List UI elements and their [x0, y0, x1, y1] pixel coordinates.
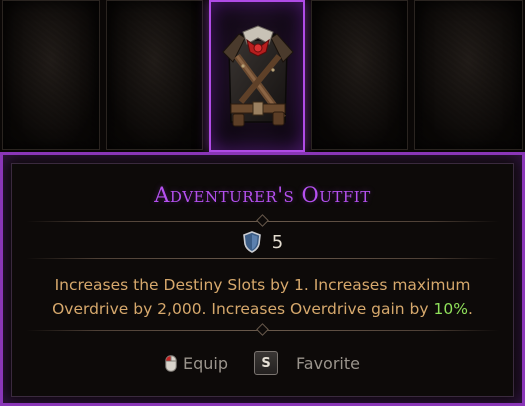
item-description: Increases the Destiny Slots by 1. Increa… [30, 273, 495, 321]
rarity-row: 5 [12, 229, 513, 255]
divider [26, 258, 499, 259]
tooltip-inner-frame: Adventurer's Outfit 5 Increases the Dest… [11, 163, 514, 397]
shield-icon [242, 231, 261, 253]
inventory-slot-empty[interactable] [414, 0, 523, 150]
equip-label: Equip [183, 353, 229, 373]
inventory-slot-empty[interactable] [311, 0, 408, 150]
control-hints: Equip S Favorite [12, 348, 513, 378]
item-title: Adventurer's Outfit [154, 183, 371, 207]
adventurers-outfit-icon [222, 25, 294, 127]
s-key-icon: S [254, 351, 279, 375]
description-text: Increases the Destiny Slots by 1. Increa… [52, 276, 471, 318]
inventory-slots-row [0, 0, 525, 152]
favorite-control[interactable]: S Favorite [254, 351, 360, 375]
description-highlight-value: 10% [433, 300, 468, 318]
inventory-slot-empty[interactable] [2, 0, 100, 150]
description-end: . [467, 300, 473, 318]
item-tooltip-panel: Adventurer's Outfit 5 Increases the Dest… [0, 152, 525, 406]
game-screen: Adventurer's Outfit 5 Increases the Dest… [0, 0, 525, 406]
divider-ornament [255, 323, 269, 336]
rarity-value: 5 [271, 231, 284, 253]
inventory-slot-empty[interactable] [106, 0, 203, 150]
favorite-label: Favorite [296, 353, 360, 373]
mouse-left-click-icon [165, 354, 177, 372]
equip-control[interactable]: Equip [165, 354, 228, 373]
divider-ornament [255, 214, 269, 227]
inventory-slot-selected[interactable] [209, 0, 305, 152]
